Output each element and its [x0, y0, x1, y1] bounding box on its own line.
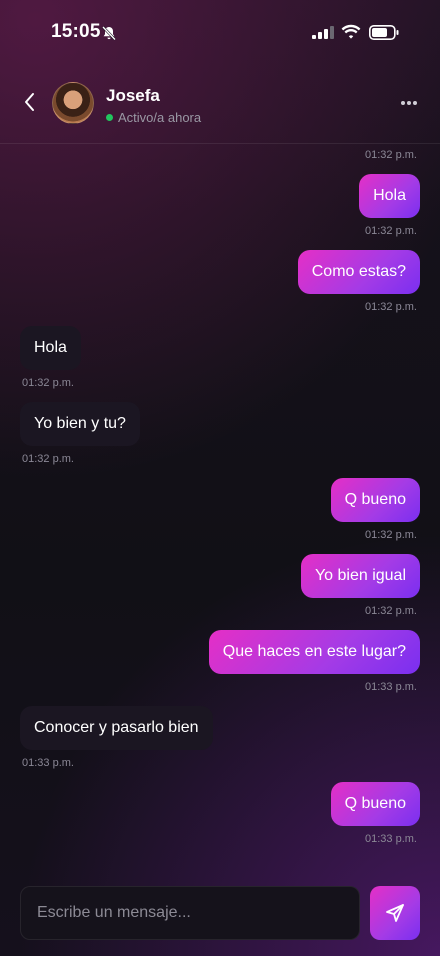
- message-timestamp: 01:32 p.m.: [365, 225, 417, 237]
- message-list[interactable]: 01:32 p.m. Hola 01:32 p.m. Como estas? 0…: [0, 144, 440, 874]
- message-timestamp: 01:33 p.m.: [365, 833, 417, 845]
- battery-icon: [369, 25, 399, 40]
- message-timestamp: 01:32 p.m.: [22, 453, 74, 465]
- contact-name[interactable]: Josefa: [106, 86, 160, 106]
- message-timestamp: 01:32 p.m.: [365, 149, 417, 161]
- message-timestamp: 01:32 p.m.: [365, 605, 417, 617]
- message-bubble-outgoing[interactable]: Como estas?: [297, 250, 420, 294]
- message-timestamp: 01:32 p.m.: [365, 529, 417, 541]
- presence-label: Activo/a ahora: [118, 110, 202, 125]
- more-options-icon[interactable]: [400, 100, 418, 106]
- message-bubble-outgoing[interactable]: Q bueno: [330, 478, 420, 522]
- message-timestamp: 01:32 p.m.: [22, 377, 74, 389]
- message-bubble-incoming[interactable]: Yo bien y tu?: [20, 402, 140, 446]
- status-bar: 15:05: [0, 0, 440, 62]
- wifi-icon: [341, 24, 361, 39]
- message-timestamp: 01:33 p.m.: [365, 681, 417, 693]
- message-bubble-incoming[interactable]: Hola: [20, 326, 81, 370]
- cellular-signal-icon: [312, 26, 334, 39]
- contact-avatar[interactable]: [52, 82, 94, 124]
- bell-muted-icon: [102, 26, 116, 41]
- message-bubble-incoming[interactable]: Conocer y pasarlo bien: [20, 706, 213, 750]
- message-input[interactable]: Escribe un mensaje...: [20, 886, 360, 940]
- message-timestamp: 01:32 p.m.: [365, 301, 417, 313]
- send-icon: [386, 904, 404, 922]
- back-chevron-icon[interactable]: [18, 90, 42, 114]
- message-bubble-outgoing[interactable]: Yo bien igual: [300, 554, 420, 598]
- status-time: 15:05: [51, 21, 101, 42]
- presence-status: Activo/a ahora: [106, 110, 201, 125]
- send-button[interactable]: [370, 886, 420, 940]
- message-bubble-outgoing[interactable]: Hola: [359, 174, 420, 218]
- message-bubble-outgoing[interactable]: Que haces en este lugar?: [208, 630, 420, 674]
- chat-header: Josefa Activo/a ahora: [0, 62, 440, 144]
- message-timestamp: 01:33 p.m.: [22, 757, 74, 769]
- message-bubble-outgoing[interactable]: Q bueno: [330, 782, 420, 826]
- online-dot-icon: [106, 114, 113, 121]
